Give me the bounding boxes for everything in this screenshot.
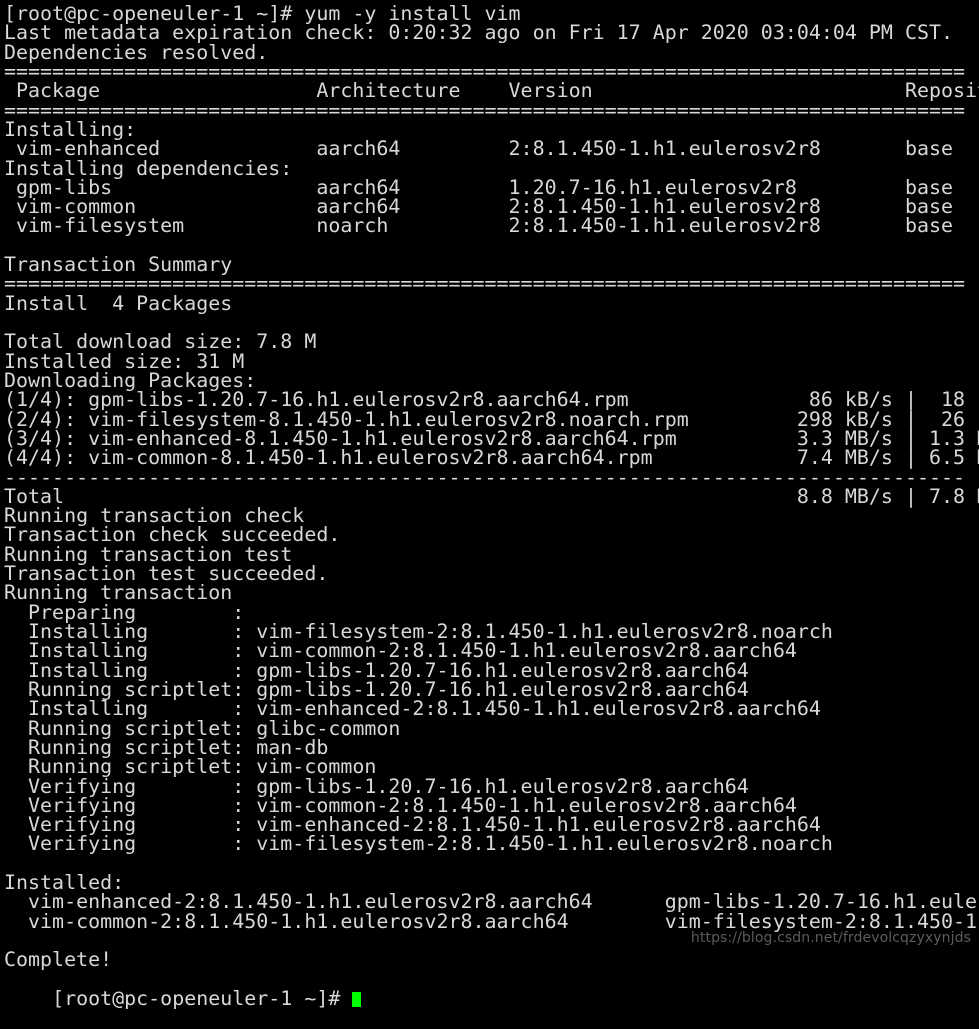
terminal-line: vim-filesystem noarch 2:8.1.450-1.h1.eul… [16, 213, 954, 238]
terminal-prompt-line[interactable]: [root@pc-openeuler-1 ~]# [4, 970, 979, 1008]
terminal-line: ========================================… [4, 97, 966, 122]
watermark-url: https://blog.csdn.net/frdevolcqzyxynjds [690, 929, 971, 946]
shell-prompt: [root@pc-openeuler-1 ~]# [52, 985, 353, 1010]
terminal-line: Install 4 Packages [4, 290, 233, 315]
terminal-line: Complete! [4, 947, 113, 972]
text-cursor [352, 991, 362, 1007]
terminal-window[interactable]: [root@pc-openeuler-1 ~]# yum -y install … [0, 0, 979, 1008]
terminal-output: [root@pc-openeuler-1 ~]# yum -y install … [4, 3, 979, 972]
terminal-line: Verifying : vim-filesystem-2:8.1.450-1.h… [28, 831, 833, 856]
